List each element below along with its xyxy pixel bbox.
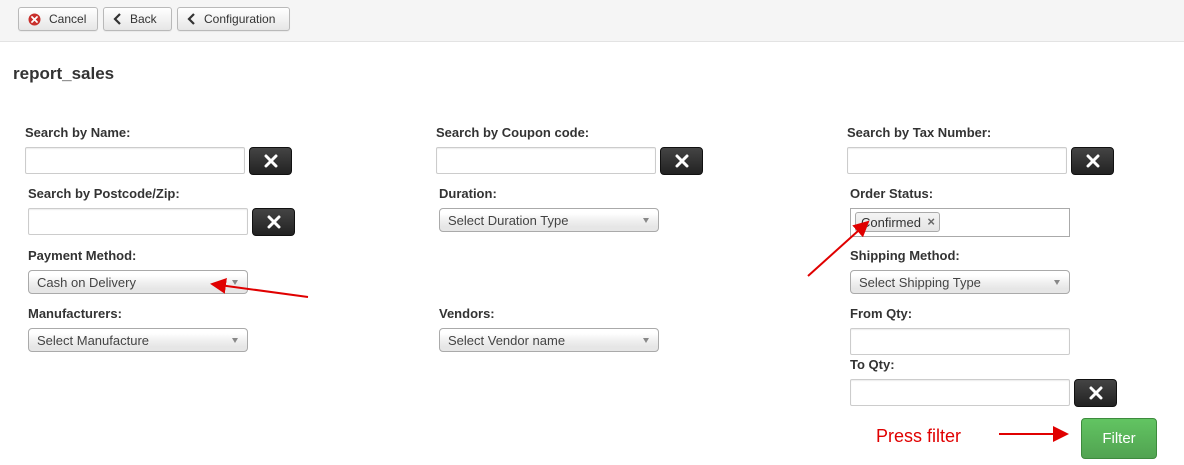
search-tax-label: Search by Tax Number: [847,125,992,140]
close-icon [1089,386,1102,400]
close-icon [1086,154,1099,168]
order-status-multiselect[interactable]: Confirmed × [850,208,1070,237]
clear-name-button[interactable] [249,147,292,175]
cancel-button-label: Cancel [49,12,87,26]
chevron-left-icon [113,13,122,25]
clear-postcode-button[interactable] [252,208,295,236]
duration-label: Duration: [439,186,497,201]
search-coupon-label: Search by Coupon code: [436,125,590,140]
back-button[interactable]: Back [103,7,172,31]
payment-method-label: Payment Method: [28,248,137,263]
search-postcode-input[interactable] [28,208,248,235]
close-icon [264,154,277,168]
remove-chip-icon[interactable]: × [927,214,935,229]
payment-method-select[interactable]: Cash on Delivery [28,270,248,294]
manufacturers-value: Select Manufacture [37,332,150,348]
search-name-input[interactable] [25,147,245,174]
shipping-method-label: Shipping Method: [850,248,960,263]
close-icon [267,215,280,229]
search-postcode-label: Search by Postcode/Zip: [28,186,180,201]
page-title: report_sales [13,64,115,83]
configuration-button-label: Configuration [204,12,276,26]
manufacturers-label: Manufacturers: [28,306,122,321]
vendors-select[interactable]: Select Vendor name [439,328,659,352]
press-filter-annotation: Press filter [876,426,962,446]
cancel-button[interactable]: Cancel [18,7,98,31]
to-qty-label: To Qty: [850,357,895,372]
from-qty-input[interactable] [850,328,1070,355]
caret-down-icon [643,218,649,223]
caret-down-icon [1054,280,1060,285]
caret-down-icon [232,280,238,285]
shipping-method-select[interactable]: Select Shipping Type [850,270,1070,294]
close-icon [675,154,688,168]
clear-qty-button[interactable] [1074,379,1117,407]
search-coupon-input[interactable] [436,147,656,174]
from-qty-label: From Qty: [850,306,913,321]
chevron-left-icon [187,13,196,25]
duration-select-value: Select Duration Type [448,212,569,228]
to-qty-input[interactable] [850,379,1070,406]
shipping-method-value: Select Shipping Type [859,274,981,290]
caret-down-icon [232,338,238,343]
caret-down-icon [643,338,649,343]
payment-method-value: Cash on Delivery [37,274,136,290]
clear-coupon-button[interactable] [660,147,703,175]
search-tax-input[interactable] [847,147,1067,174]
search-name-label: Search by Name: [25,125,131,140]
vendors-label: Vendors: [439,306,495,321]
filter-button[interactable]: Filter [1081,418,1157,459]
order-status-chip-label: Confirmed [861,214,921,230]
configuration-button[interactable]: Configuration [177,7,290,31]
clear-tax-button[interactable] [1071,147,1114,175]
toolbar: Cancel Back Configuration [0,0,1184,42]
back-button-label: Back [130,12,157,26]
order-status-chip: Confirmed × [855,212,940,232]
duration-select[interactable]: Select Duration Type [439,208,659,232]
manufacturers-select[interactable]: Select Manufacture [28,328,248,352]
vendors-value: Select Vendor name [448,332,566,348]
cancel-circle-icon [28,13,41,26]
order-status-label: Order Status: [850,186,934,201]
